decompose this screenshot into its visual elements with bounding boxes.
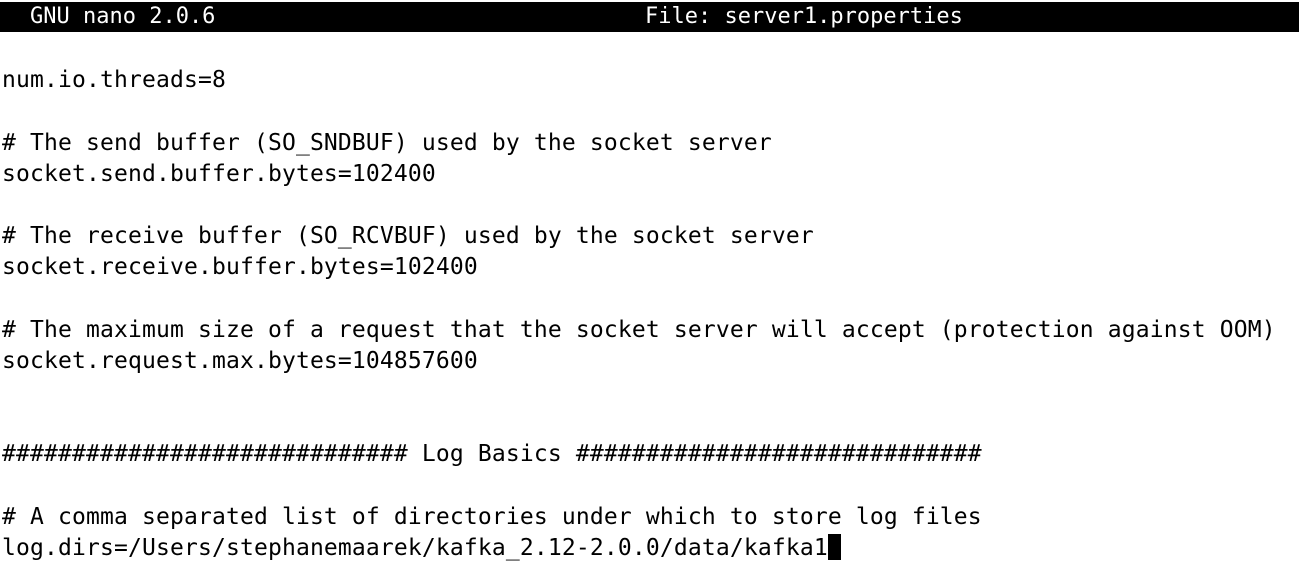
editor-line[interactable]: socket.send.buffer.bytes=102400 — [2, 159, 1297, 190]
text-cursor — [827, 534, 841, 560]
editor-current-line[interactable]: log.dirs=/Users/stephanemaarek/kafka_2.1… — [2, 533, 1297, 564]
editor-text-area[interactable]: num.io.threads=8 # The send buffer (SO_S… — [2, 34, 1297, 564]
editor-line[interactable] — [2, 34, 1297, 65]
editor-line[interactable]: socket.receive.buffer.bytes=102400 — [2, 252, 1297, 283]
nano-title-bar: GNU nano 2.0.6 File: server1.properties — [0, 2, 1299, 32]
file-name-label: File: server1.properties — [645, 4, 963, 29]
editor-line[interactable]: num.io.threads=8 — [2, 65, 1297, 96]
editor-line-text[interactable]: log.dirs=/Users/stephanemaarek/kafka_2.1… — [2, 535, 828, 561]
editor-line[interactable] — [2, 284, 1297, 315]
app-name: GNU nano 2.0.6 — [30, 4, 216, 29]
editor-line[interactable] — [2, 408, 1297, 439]
editor-line[interactable] — [2, 471, 1297, 502]
editor-line[interactable]: ############################# Log Basics… — [2, 439, 1297, 470]
editor-line[interactable] — [2, 377, 1297, 408]
editor-line[interactable] — [2, 190, 1297, 221]
editor-line[interactable]: # The maximum size of a request that the… — [2, 315, 1297, 346]
editor-line[interactable]: # The send buffer (SO_SNDBUF) used by th… — [2, 128, 1297, 159]
editor-line[interactable]: # The receive buffer (SO_RCVBUF) used by… — [2, 221, 1297, 252]
editor-line[interactable]: # A comma separated list of directories … — [2, 502, 1297, 533]
editor-line[interactable] — [2, 96, 1297, 127]
editor-line[interactable]: socket.request.max.bytes=104857600 — [2, 346, 1297, 377]
